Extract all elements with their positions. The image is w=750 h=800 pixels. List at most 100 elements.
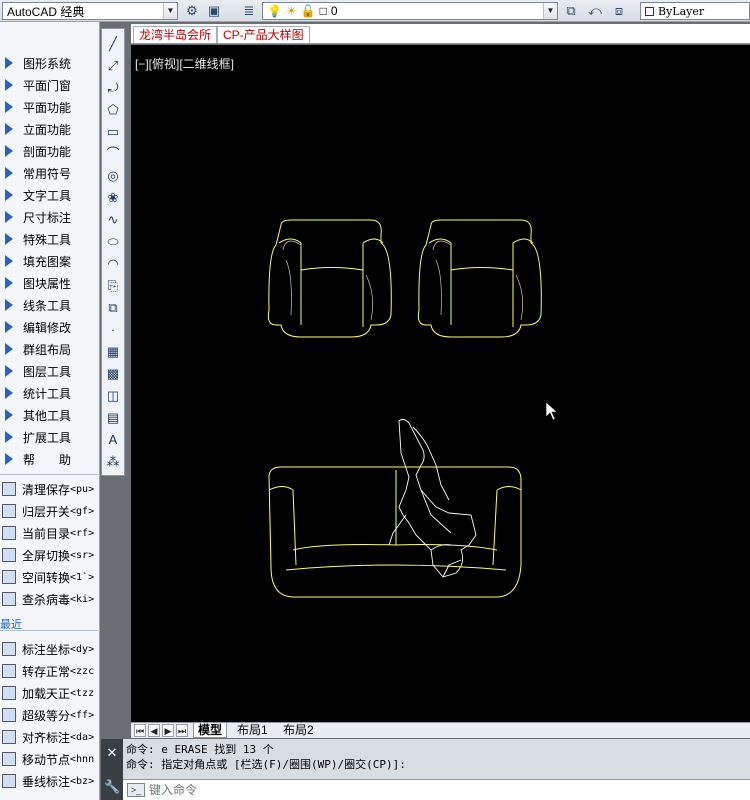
- menu-item-label: 统计工具: [23, 386, 72, 401]
- make-block-icon[interactable]: ⧉: [104, 299, 122, 317]
- menu-item-tool[interactable]: 线条工具: [0, 294, 100, 316]
- menu-item-tool[interactable]: 特殊工具: [0, 228, 100, 250]
- menu-item-tool[interactable]: 填充图案: [0, 250, 100, 272]
- menu-item-tool[interactable]: 尺寸标注: [0, 206, 100, 228]
- tab-document-1[interactable]: 龙湾半岛会所: [133, 26, 218, 43]
- triangle-right-icon: [5, 211, 13, 223]
- line-icon[interactable]: ╱: [104, 35, 122, 53]
- menu-item-recent[interactable]: 转存正常 <zzc: [0, 660, 100, 682]
- prev-tab-icon[interactable]: ◀: [148, 724, 160, 737]
- fullscreen-icon: [2, 548, 16, 562]
- menu-item-recent[interactable]: 加载天正 <tzz: [0, 682, 100, 704]
- menu-item-recent[interactable]: 标注坐标 <dy>: [0, 638, 100, 660]
- layer-dropdown[interactable]: 💡 ☀ 🔓 □ 0 ▼: [262, 2, 558, 20]
- layer-manager-icon[interactable]: ≣: [240, 2, 258, 20]
- menu-item-label: 线条工具: [23, 298, 72, 313]
- menu-item-tool[interactable]: 编辑修改: [0, 316, 100, 338]
- chevron-down-icon: ▼: [543, 3, 557, 19]
- circle-icon[interactable]: ◎: [104, 167, 122, 185]
- revision-cloud-icon[interactable]: ❀: [104, 189, 122, 207]
- tab-model[interactable]: 模型: [193, 723, 228, 738]
- menu-item-tool[interactable]: 图块属性: [0, 272, 100, 294]
- menu-item-shortcut: <gf>: [70, 505, 95, 517]
- tab-layout2[interactable]: 布局2: [279, 723, 318, 738]
- menu-item-recent[interactable]: 垂线标注 <bz>: [0, 770, 100, 792]
- shield-icon: [2, 592, 16, 606]
- ellipse-icon[interactable]: ⬭: [104, 233, 122, 251]
- last-tab-icon[interactable]: ⏭: [176, 724, 188, 737]
- menu-item-recent[interactable]: 对齐标注 <da>: [0, 726, 100, 748]
- menu-item-tool[interactable]: 其他工具: [0, 404, 100, 426]
- triangle-right-icon: [5, 365, 13, 377]
- menu-item-tool[interactable]: 统计工具: [0, 382, 100, 404]
- menu-item-tool[interactable]: 立面功能: [0, 118, 100, 140]
- chevron-down-icon: ▼: [163, 3, 177, 19]
- polygon-icon[interactable]: ⬠: [104, 101, 122, 119]
- menu-item-shortcut: <ki>: [70, 593, 95, 605]
- layer-states-icon[interactable]: ⧈: [610, 2, 628, 20]
- arc-icon[interactable]: ⌒: [104, 145, 122, 163]
- menu-item-recent[interactable]: 超级等分 <ff>: [0, 704, 100, 726]
- menu-item-command[interactable]: 清理保存 <pu>: [0, 478, 100, 500]
- workspace-dropdown[interactable]: AutoCAD 经典 ▼: [2, 2, 178, 20]
- point-icon[interactable]: ·: [104, 321, 122, 339]
- rectangle-icon[interactable]: ▭: [104, 123, 122, 141]
- wrench-icon[interactable]: 🔧: [104, 779, 120, 795]
- divide-icon: [2, 708, 16, 722]
- layer-previous-icon[interactable]: ⤺: [586, 2, 604, 20]
- menu-item-recent[interactable]: 移动节点 <hnn: [0, 748, 100, 770]
- armchair-right: [417, 219, 542, 338]
- first-tab-icon[interactable]: ⏮: [134, 724, 146, 737]
- hatch-icon[interactable]: ▦: [104, 343, 122, 361]
- region-icon[interactable]: ◫: [104, 387, 122, 405]
- next-tab-icon[interactable]: ▶: [162, 724, 174, 737]
- construction-line-icon[interactable]: ⤢: [104, 57, 122, 75]
- space-convert-icon: [2, 570, 16, 584]
- insert-block-icon[interactable]: ⎘: [104, 277, 122, 295]
- menu-item-label: 归层开关: [22, 504, 71, 519]
- menu-item-tool[interactable]: 文字工具: [0, 184, 100, 206]
- drawing-canvas[interactable]: [−][俯视][二维线框]: [131, 45, 750, 722]
- menu-item-tool[interactable]: 群组布局: [0, 338, 100, 360]
- tab-layout1[interactable]: 布局1: [233, 723, 272, 738]
- polyline-icon[interactable]: ⤾: [104, 79, 122, 97]
- tab-document-2[interactable]: CP-产品大样图: [217, 26, 310, 43]
- menu-item-command[interactable]: 归层开关 <gf>: [0, 500, 100, 522]
- menu-item-tool[interactable]: 平面功能: [0, 96, 100, 118]
- triangle-right-icon: [5, 167, 13, 179]
- command-input[interactable]: [149, 783, 629, 797]
- menu-item-tool[interactable]: 平面门窗: [0, 74, 100, 96]
- menu-item-tool[interactable]: 常用符号: [0, 162, 100, 184]
- close-icon[interactable]: ✕: [104, 745, 120, 761]
- spline-icon[interactable]: ∿: [104, 211, 122, 229]
- add-selected-icon[interactable]: ⁂: [104, 453, 122, 471]
- menu-item-tool[interactable]: 扩展工具: [0, 426, 100, 448]
- menu-item-label: 特殊工具: [23, 232, 72, 247]
- armchair-right-lines: [432, 240, 523, 321]
- menu-item-tool[interactable]: 帮 助: [0, 448, 100, 470]
- lightbulb-icon: 💡: [267, 4, 282, 18]
- ellipse-arc-icon[interactable]: ◠: [104, 255, 122, 273]
- menu-item-label: 平面功能: [23, 100, 72, 115]
- menu-item-label: 其他工具: [23, 408, 72, 423]
- gradient-icon[interactable]: ▩: [104, 365, 122, 383]
- move-node-icon: [2, 752, 16, 766]
- triangle-right-icon: [5, 343, 13, 355]
- command-area: ✕ 🔧 命令: e ERASE 找到 13 个 命令: 指定对角点或 [栏选(F…: [101, 739, 750, 800]
- top-toolbar: AutoCAD 经典 ▼ ⚙ ▣ ≣ 💡 ☀ 🔓 □ 0 ▼ ⧉ ⤺ ⧈ ByL…: [0, 0, 750, 22]
- command-prompt-icon[interactable]: >_: [127, 783, 145, 797]
- menu-item-tool[interactable]: 图形系统: [0, 52, 100, 74]
- menu-item-command[interactable]: 当前目录 <rf>: [0, 522, 100, 544]
- menu-item-command[interactable]: 查杀病毒 <ki>: [0, 588, 100, 610]
- menu-item-command[interactable]: 全屏切换 <sr>: [0, 544, 100, 566]
- color-dropdown[interactable]: ByLayer: [640, 2, 750, 20]
- workspace-settings-icon[interactable]: ▣: [205, 2, 223, 20]
- menu-item-tool[interactable]: 图层工具: [0, 360, 100, 382]
- gear-icon[interactable]: ⚙: [183, 2, 201, 20]
- menu-item-tool[interactable]: 剖面功能: [0, 140, 100, 162]
- multiline-text-icon[interactable]: A: [104, 431, 122, 449]
- menu-item-label: 图块属性: [23, 276, 72, 291]
- make-current-icon[interactable]: ⧉: [562, 2, 580, 20]
- menu-item-command[interactable]: 空间转换 <1`>: [0, 566, 100, 588]
- table-icon[interactable]: ▤: [104, 409, 122, 427]
